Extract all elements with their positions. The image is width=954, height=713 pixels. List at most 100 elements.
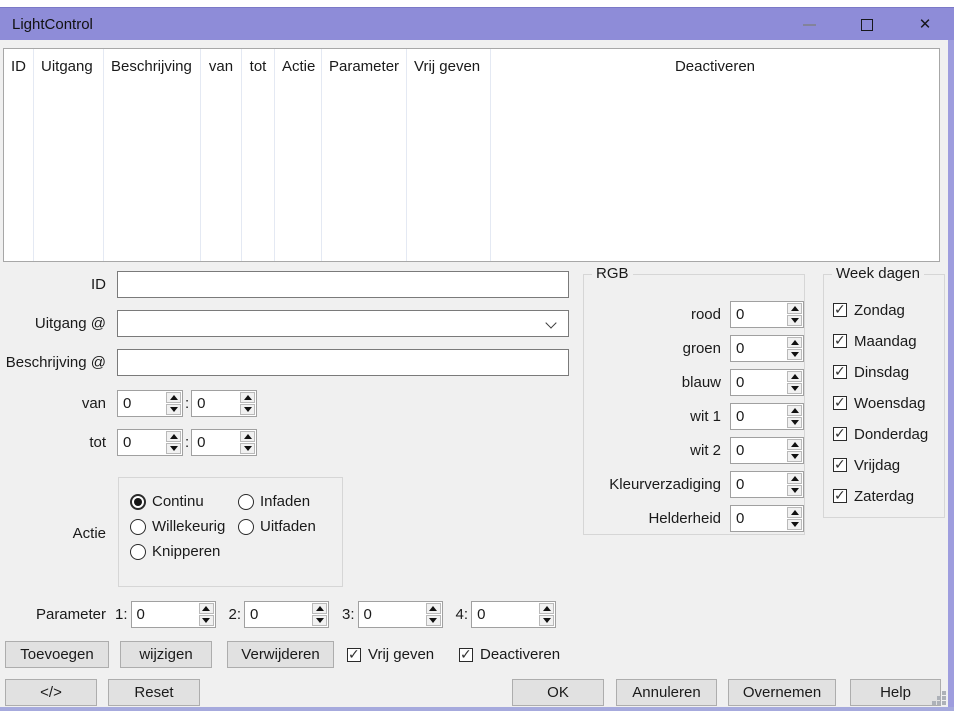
resize-grip[interactable]: [932, 691, 946, 705]
spinner-down-button[interactable]: [166, 404, 181, 415]
table-column-header[interactable]: Actie: [275, 49, 322, 261]
table-column-header[interactable]: tot: [242, 49, 275, 261]
spinner-value[interactable]: 0: [731, 370, 786, 395]
rgb-spinner[interactable]: 0: [730, 505, 804, 532]
rgb-spinner[interactable]: 0: [730, 403, 804, 430]
spinner-value[interactable]: 0: [731, 438, 786, 463]
van-minute-spinner[interactable]: 0: [191, 390, 257, 417]
deactiveren-checkbox[interactable]: [459, 648, 473, 662]
tot-hour-spinner[interactable]: 0: [117, 429, 183, 456]
weekday-checkbox-row[interactable]: Woensdag: [833, 393, 944, 413]
spinner-up-button[interactable]: [240, 392, 255, 403]
entries-table[interactable]: IDUitgangBeschrijvingvantotActieParamete…: [3, 48, 940, 262]
spinner-up-button[interactable]: [787, 303, 802, 314]
radio-button-icon[interactable]: [130, 519, 146, 535]
weekday-checkbox[interactable]: [833, 458, 847, 472]
spinner-up-button[interactable]: [787, 507, 802, 518]
spinner-down-button[interactable]: [787, 315, 802, 326]
weekday-checkbox[interactable]: [833, 303, 847, 317]
parameter-spinner[interactable]: 0: [358, 601, 443, 628]
actie-radio-option[interactable]: Continu: [130, 493, 236, 510]
close-button[interactable]: ✕: [896, 8, 954, 41]
spinner-down-button[interactable]: [426, 615, 441, 626]
spinner-up-button[interactable]: [787, 405, 802, 416]
table-column-header[interactable]: Vrij geven: [407, 49, 491, 261]
parameter-spinner[interactable]: 0: [471, 601, 556, 628]
parameter-spinner[interactable]: 0: [131, 601, 216, 628]
weekday-checkbox-row[interactable]: Maandag: [833, 331, 944, 351]
spinner-up-button[interactable]: [199, 603, 214, 614]
rgb-spinner[interactable]: 0: [730, 471, 804, 498]
spinner-up-button[interactable]: [539, 603, 554, 614]
spinner-up-button[interactable]: [787, 371, 802, 382]
spinner-down-button[interactable]: [787, 383, 802, 394]
spinner-value[interactable]: 0: [731, 302, 786, 327]
spinner-value[interactable]: 0: [731, 472, 786, 497]
spinner-value[interactable]: 0: [359, 602, 425, 627]
spinner-down-button[interactable]: [787, 519, 802, 530]
spinner-value[interactable]: 0: [118, 430, 165, 455]
spinner-down-button[interactable]: [199, 615, 214, 626]
vrij-geven-checkbox[interactable]: [347, 648, 361, 662]
spinner-value[interactable]: 0: [245, 602, 311, 627]
table-column-header[interactable]: Deactiveren: [491, 49, 939, 261]
weekday-checkbox-row[interactable]: Zondag: [833, 300, 944, 320]
weekday-checkbox[interactable]: [833, 334, 847, 348]
rgb-spinner[interactable]: 0: [730, 301, 804, 328]
wijzigen-button[interactable]: wijzigen: [120, 641, 212, 668]
spinner-up-button[interactable]: [787, 439, 802, 450]
rgb-spinner[interactable]: 0: [730, 335, 804, 362]
actie-radio-option[interactable]: Knipperen: [130, 543, 236, 560]
table-column-header[interactable]: ID: [4, 49, 34, 261]
deactiveren-checkbox-row[interactable]: Deactiveren: [459, 641, 560, 668]
actie-radio-option[interactable]: Willekeurig: [130, 518, 236, 535]
spinner-value[interactable]: 0: [731, 506, 786, 531]
spinner-down-button[interactable]: [787, 485, 802, 496]
spinner-value[interactable]: 0: [192, 430, 239, 455]
radio-button-icon[interactable]: [130, 494, 146, 510]
rgb-spinner[interactable]: 0: [730, 437, 804, 464]
spinner-value[interactable]: 0: [731, 404, 786, 429]
spinner-down-button[interactable]: [787, 417, 802, 428]
weekday-checkbox-row[interactable]: Vrijdag: [833, 455, 944, 475]
table-column-header[interactable]: Parameter: [322, 49, 407, 261]
spinner-up-button[interactable]: [166, 392, 181, 403]
spinner-down-button[interactable]: [312, 615, 327, 626]
minimize-button[interactable]: [780, 8, 838, 41]
uitgang-combobox[interactable]: [117, 310, 569, 337]
code-button[interactable]: </>: [5, 679, 97, 706]
spinner-down-button[interactable]: [539, 615, 554, 626]
vrij-geven-checkbox-row[interactable]: Vrij geven: [347, 641, 434, 668]
spinner-up-button[interactable]: [426, 603, 441, 614]
radio-button-icon[interactable]: [238, 494, 254, 510]
id-input[interactable]: [117, 271, 569, 298]
spinner-down-button[interactable]: [240, 404, 255, 415]
parameter-spinner[interactable]: 0: [244, 601, 329, 628]
spinner-up-button[interactable]: [787, 473, 802, 484]
weekday-checkbox-row[interactable]: Dinsdag: [833, 362, 944, 382]
weekday-checkbox[interactable]: [833, 489, 847, 503]
maximize-button[interactable]: [838, 8, 896, 41]
table-column-header[interactable]: van: [201, 49, 242, 261]
radio-button-icon[interactable]: [238, 519, 254, 535]
spinner-down-button[interactable]: [787, 349, 802, 360]
table-column-header[interactable]: Uitgang: [34, 49, 104, 261]
help-button[interactable]: Help: [850, 679, 941, 706]
spinner-down-button[interactable]: [240, 443, 255, 454]
van-hour-spinner[interactable]: 0: [117, 390, 183, 417]
spinner-value[interactable]: 0: [192, 391, 239, 416]
verwijderen-button[interactable]: Verwijderen: [227, 641, 334, 668]
spinner-down-button[interactable]: [787, 451, 802, 462]
weekday-checkbox[interactable]: [833, 427, 847, 441]
beschrijving-input[interactable]: [117, 349, 569, 376]
actie-radio-option[interactable]: Infaden: [238, 493, 342, 510]
spinner-value[interactable]: 0: [731, 336, 786, 361]
table-column-header[interactable]: Beschrijving: [104, 49, 201, 261]
weekday-checkbox-row[interactable]: Donderdag: [833, 424, 944, 444]
spinner-value[interactable]: 0: [118, 391, 165, 416]
spinner-value[interactable]: 0: [472, 602, 538, 627]
overnemen-button[interactable]: Overnemen: [728, 679, 836, 706]
rgb-spinner[interactable]: 0: [730, 369, 804, 396]
ok-button[interactable]: OK: [512, 679, 604, 706]
weekday-checkbox[interactable]: [833, 396, 847, 410]
